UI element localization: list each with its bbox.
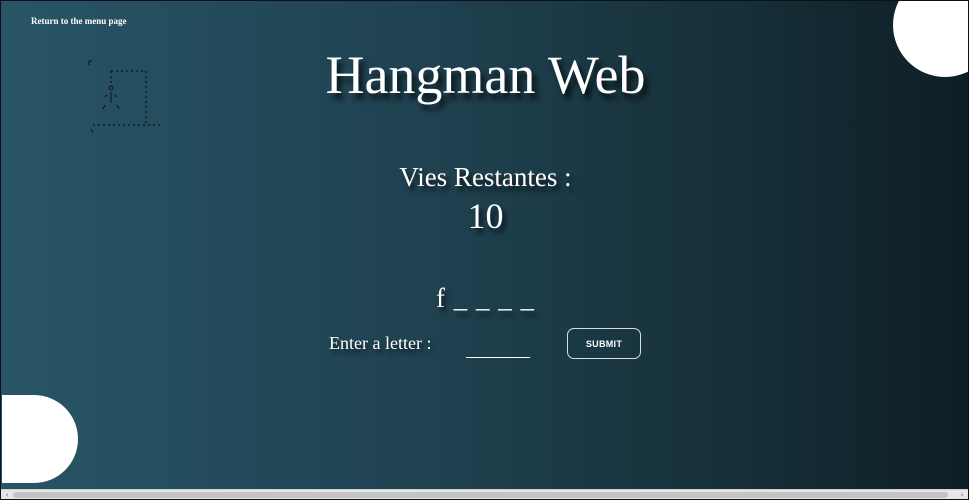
page-title: Hangman Web <box>325 45 646 105</box>
lives-remaining-value: 10 <box>467 196 504 236</box>
scrollbar-thumb[interactable] <box>13 492 948 498</box>
decorative-circle-bottom-left <box>2 395 78 483</box>
scroll-right-icon[interactable]: › <box>957 490 967 499</box>
return-to-menu-link[interactable]: Return to the menu page <box>31 16 127 26</box>
game-page: Return to the menu page Hangman Web Vies… <box>0 0 969 500</box>
letter-input-label: Enter a letter : <box>329 333 432 353</box>
hidden-word-display: f _ _ _ _ <box>436 283 535 313</box>
letter-input[interactable] <box>466 335 530 358</box>
horizontal-scrollbar[interactable]: ‹ › <box>1 489 968 499</box>
scroll-left-icon[interactable]: ‹ <box>2 490 12 499</box>
lives-remaining-label: Vies Restantes : <box>399 162 572 192</box>
submit-button[interactable]: SUBMIT <box>567 328 641 359</box>
